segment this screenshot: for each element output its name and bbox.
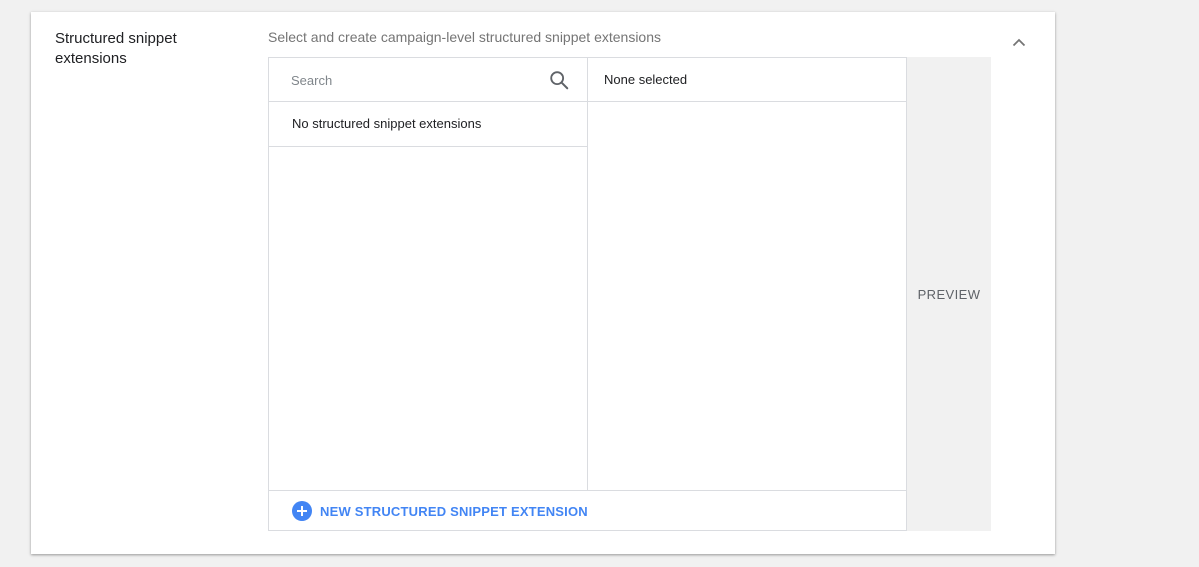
empty-list-message: No structured snippet extensions [269, 102, 587, 147]
search-icon[interactable] [548, 69, 570, 91]
new-structured-snippet-label: NEW STRUCTURED SNIPPET EXTENSION [320, 503, 588, 519]
new-structured-snippet-button[interactable]: NEW STRUCTURED SNIPPET EXTENSION [292, 500, 588, 522]
structured-snippet-card: Structured snippet extensions Select and… [31, 12, 1055, 554]
search-row [269, 58, 587, 102]
selected-extensions-pane: None selected [588, 58, 906, 490]
available-extensions-pane: No structured snippet extensions [269, 58, 588, 490]
chevron-up-icon [1012, 38, 1026, 46]
selected-status: None selected [588, 58, 906, 102]
preview-label: PREVIEW [917, 286, 981, 302]
search-input[interactable] [291, 68, 531, 92]
plus-circle-icon [292, 501, 312, 521]
extension-selector: No structured snippet extensions None se… [268, 57, 907, 531]
selector-footer: NEW STRUCTURED SNIPPET EXTENSION [269, 490, 906, 530]
section-subtitle: Select and create campaign-level structu… [268, 29, 661, 45]
collapse-button[interactable] [1007, 30, 1031, 54]
preview-button[interactable]: PREVIEW [907, 57, 991, 531]
section-title: Structured snippet extensions [55, 30, 177, 67]
